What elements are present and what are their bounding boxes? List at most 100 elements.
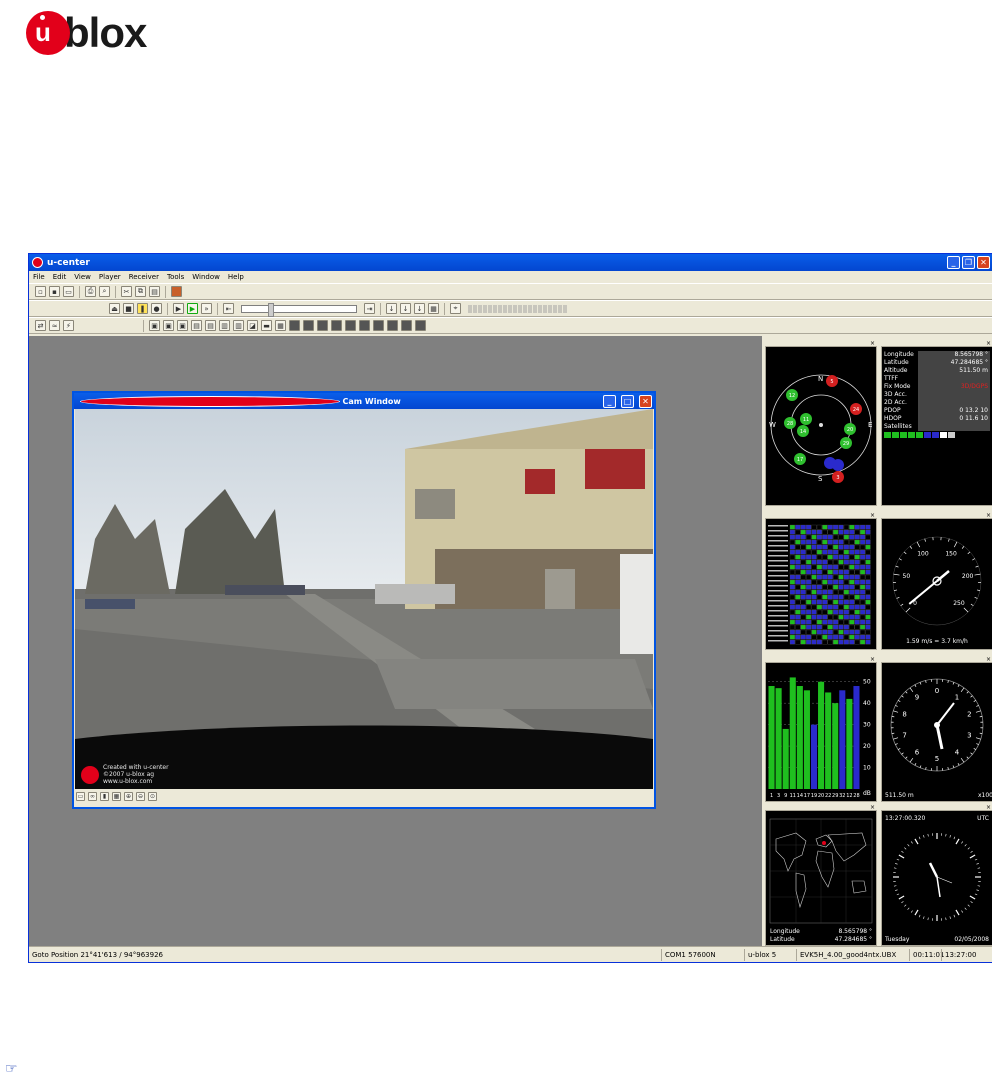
view-15-icon[interactable] [345, 320, 356, 331]
view-3-icon[interactable]: ▣ [177, 320, 188, 331]
view-8-icon[interactable]: ◪ [247, 320, 258, 331]
save-icon[interactable]: ▪ [49, 286, 60, 297]
view-18-icon[interactable] [387, 320, 398, 331]
altimeter-tick-label: 8 [902, 710, 906, 718]
matrix-cell [838, 604, 844, 610]
view-4-icon[interactable]: ▤ [191, 320, 202, 331]
view-14-icon[interactable] [331, 320, 342, 331]
cam-minimize-button[interactable]: _ [603, 394, 616, 408]
menu-edit[interactable]: Edit [53, 273, 67, 281]
menu-view[interactable]: View [74, 273, 91, 281]
matrix-cell [865, 614, 871, 620]
watermark-line-3: www.u-blox.com [103, 778, 153, 785]
cam-bar-icon[interactable]: ▮ [100, 791, 109, 801]
view-7-icon[interactable]: ▥ [233, 320, 244, 331]
close-button[interactable]: ✕ [977, 256, 990, 269]
gps-icon[interactable]: ⌖ [450, 303, 461, 314]
print-preview-icon[interactable]: ⌕ [99, 286, 110, 297]
cam-open-icon[interactable]: ▭ [76, 791, 85, 801]
matrix-cell [811, 629, 817, 635]
panel-close-icon[interactable]: × [986, 512, 991, 519]
cam-zoom-out-icon[interactable]: ⊖ [136, 791, 145, 801]
panel-close-icon[interactable]: × [986, 340, 991, 347]
minimize-button[interactable]: _ [947, 256, 960, 269]
marker-4-icon[interactable]: ▦ [428, 303, 439, 314]
clock-tick [901, 850, 904, 853]
view-2-icon[interactable]: ▣ [163, 320, 174, 331]
restore-button[interactable]: ❐ [962, 256, 975, 269]
view-1-icon[interactable]: ▣ [149, 320, 160, 331]
marker-1-icon[interactable]: ↓ [386, 303, 397, 314]
fast-forward-icon[interactable]: » [201, 303, 212, 314]
record-icon[interactable]: ● [151, 303, 162, 314]
copy-icon[interactable]: ⧉ [135, 286, 146, 297]
step-icon[interactable]: ▶ [173, 303, 184, 314]
matrix-cell [849, 609, 855, 615]
cam-zoom-in-icon[interactable]: ⊕ [124, 791, 133, 801]
panel-close-icon[interactable]: × [986, 804, 991, 811]
cam-close-button[interactable]: ✕ [639, 394, 652, 408]
matrix-cell [849, 539, 855, 545]
new-icon[interactable]: ▫ [35, 286, 46, 297]
menu-file[interactable]: File [33, 273, 45, 281]
panel-close-icon[interactable]: × [870, 340, 875, 347]
cam-grid-icon[interactable]: ▦ [112, 791, 121, 801]
camera-icon[interactable] [171, 286, 182, 297]
view-5-icon[interactable]: ▤ [205, 320, 216, 331]
view-11-icon[interactable] [289, 320, 300, 331]
view-12-icon[interactable] [303, 320, 314, 331]
app-titlebar[interactable]: u-center _ ❐ ✕ [29, 254, 992, 271]
cut-icon[interactable]: ✂ [121, 286, 132, 297]
paste-icon[interactable]: ▤ [149, 286, 160, 297]
panel-close-icon[interactable]: × [870, 656, 875, 663]
cam-maximize-button[interactable]: □ [621, 394, 634, 408]
playback-slider[interactable] [241, 302, 357, 317]
view-16-icon[interactable] [359, 320, 370, 331]
connection-icon[interactable]: ⇄ [35, 320, 46, 331]
cn-category-label: 17 [804, 793, 810, 799]
matrix-cell [811, 574, 817, 580]
matrix-cell [843, 564, 849, 570]
marker-2-icon[interactable]: ↓ [400, 303, 411, 314]
matrix-cell [816, 599, 822, 605]
view-10-icon[interactable]: ▦ [275, 320, 286, 331]
matrix-row-label [768, 540, 788, 542]
panel-close-icon[interactable]: × [870, 804, 875, 811]
menu-help[interactable]: Help [228, 273, 244, 281]
cam-titlebar[interactable]: Cam Window _ □ ✕ [74, 393, 654, 409]
status-port[interactable]: COM1 57600N [661, 948, 744, 961]
view-19-icon[interactable] [401, 320, 412, 331]
view-13-icon[interactable] [317, 320, 328, 331]
view-20-icon[interactable] [415, 320, 426, 331]
matrix-cell [789, 524, 795, 530]
view-9-icon[interactable]: ▬ [261, 320, 272, 331]
skip-start-icon[interactable]: ⇤ [223, 303, 234, 314]
cam-icon [80, 395, 340, 407]
view-6-icon[interactable]: ▥ [219, 320, 230, 331]
panel-close-icon[interactable]: × [986, 656, 991, 663]
stop-icon[interactable]: ■ [123, 303, 134, 314]
pause-icon[interactable]: ❚ [137, 303, 148, 314]
menu-receiver[interactable]: Receiver [129, 273, 159, 281]
view-17-icon[interactable] [373, 320, 384, 331]
marker-3-icon[interactable]: ↓ [414, 303, 425, 314]
play-icon[interactable]: ▶ [187, 303, 198, 314]
matrix-cell [838, 634, 844, 640]
print-icon[interactable]: ⎙ [85, 286, 96, 297]
skip-end-icon[interactable]: ⇥ [364, 303, 375, 314]
menu-window[interactable]: Window [192, 273, 220, 281]
open-icon[interactable]: ▭ [63, 286, 74, 297]
panel-close-icon[interactable]: × [870, 512, 875, 519]
menu-player[interactable]: Player [99, 273, 121, 281]
menu-tools[interactable]: Tools [167, 273, 184, 281]
altimeter-tick [966, 691, 969, 694]
eject-icon[interactable]: ⏏ [109, 303, 120, 314]
matrix-cell [795, 604, 801, 610]
matrix-cell [811, 614, 817, 620]
baudrate-icon[interactable]: ≈ [49, 320, 60, 331]
position-value: 8.565798 ° [918, 351, 990, 359]
cam-link-icon[interactable]: ∞ [88, 791, 97, 801]
autobaud-icon[interactable]: ⚡ [63, 320, 74, 331]
cam-zoom-fit-icon[interactable]: ⊙ [148, 791, 157, 801]
matrix-cell [800, 619, 806, 625]
